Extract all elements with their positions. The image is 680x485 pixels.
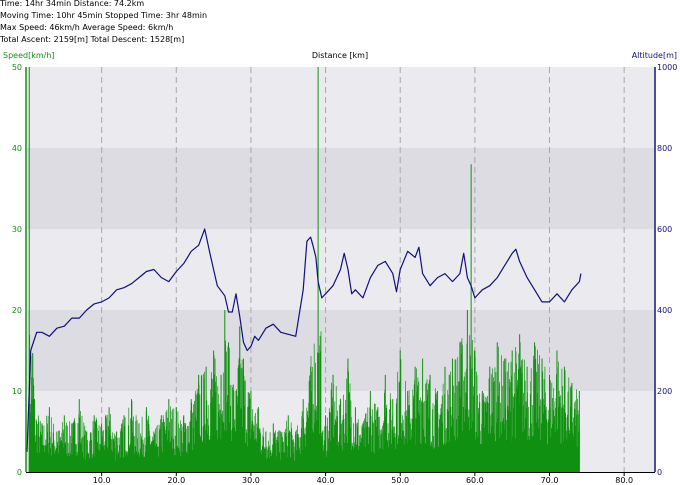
- background-band: [27, 148, 654, 229]
- distance-axis-title: Distance [km]: [312, 51, 368, 60]
- speed-tick-label: 30: [12, 225, 22, 234]
- speed-tick-label: 50: [12, 63, 22, 72]
- speed-tick-labels: 0 10 20 30 40 50: [12, 63, 22, 477]
- altitude-tick-label: 800: [657, 144, 672, 153]
- background-band: [27, 310, 654, 391]
- x-tick-label: 50.0: [391, 476, 409, 485]
- altitude-tick-label: 0: [657, 468, 662, 477]
- x-tick-label: 70.0: [541, 476, 559, 485]
- speed-tick-label: 0: [17, 468, 22, 477]
- background-band: [27, 67, 654, 148]
- x-tick-label: 60.0: [466, 476, 484, 485]
- speed-tick-label: 20: [12, 306, 22, 315]
- altitude-tick-label: 600: [657, 225, 672, 234]
- x-tick-labels: 10.0 20.0 30.0 40.0 50.0 60.0 70.0 80.0: [93, 472, 633, 485]
- speed-altitude-chart: Speed[km/h] Distance [km] Altitude[m] 10…: [3, 51, 677, 485]
- speed-tick-label: 40: [12, 144, 22, 153]
- x-tick-label: 30.0: [242, 476, 260, 485]
- x-tick-label: 10.0: [93, 476, 111, 485]
- altitude-tick-labels: 0 200 400 600 800 1000: [657, 63, 677, 477]
- altitude-tick-label: 400: [657, 306, 672, 315]
- altitude-tick-label: 1000: [657, 63, 677, 72]
- x-tick-label: 40.0: [317, 476, 335, 485]
- altitude-axis-title: Altitude[m]: [632, 51, 677, 60]
- speed-axis-title: Speed[km/h]: [3, 51, 55, 60]
- altitude-tick-label: 200: [657, 387, 672, 396]
- speed-tick-label: 10: [12, 387, 22, 396]
- x-tick-label: 20.0: [167, 476, 185, 485]
- x-tick-label: 80.0: [615, 476, 633, 485]
